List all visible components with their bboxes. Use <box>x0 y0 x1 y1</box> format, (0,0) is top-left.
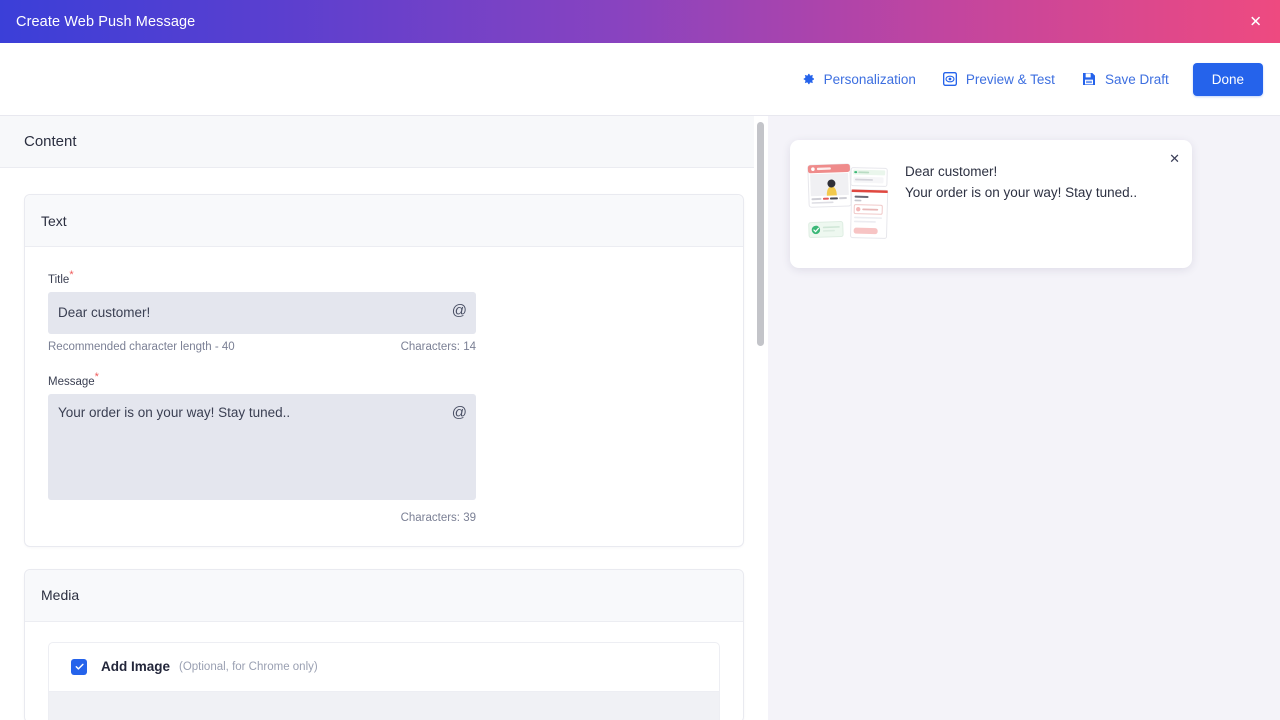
save-draft-label: Save Draft <box>1104 71 1169 87</box>
personalization-at-icon-title[interactable]: @ <box>452 303 467 318</box>
text-card-body: Title* @ Recommended character length - … <box>25 247 743 546</box>
notification-title: Dear customer! <box>905 164 998 179</box>
media-card-title: Media <box>41 587 80 604</box>
message-required-mark: * <box>94 370 99 383</box>
message-textarea[interactable] <box>48 393 476 500</box>
content-panel: Content Text Title* @ Recommended charac… <box>0 116 768 720</box>
close-icon[interactable]: ✕ <box>1249 14 1262 29</box>
personalization-button[interactable]: Personalization <box>800 71 916 87</box>
window-title: Create Web Push Message <box>16 13 196 30</box>
message-hint-row: Characters: 39 <box>48 512 476 524</box>
content-panel-header: Content <box>0 116 768 168</box>
add-image-note: (Optional, for Chrome only) <box>179 660 318 673</box>
title-label-text: Title <box>48 273 70 286</box>
media-card-header: Media <box>25 569 743 622</box>
add-image-section: Add Image (Optional, for Chrome only) <box>48 641 720 720</box>
content-panel-body: Text Title* @ Recommended character leng… <box>0 168 768 720</box>
text-card: Text Title* @ Recommended character leng… <box>24 194 744 547</box>
add-image-checkbox[interactable] <box>71 658 87 675</box>
gear-icon <box>800 71 816 87</box>
message-label-text: Message <box>48 375 95 388</box>
window-titlebar: Create Web Push Message ✕ <box>0 0 1280 43</box>
notification-preview-card: ✕ Dear customer! Your order is on your w… <box>790 140 1192 268</box>
personalization-at-icon-message[interactable]: @ <box>452 405 467 420</box>
title-input-wrap: @ <box>48 291 476 334</box>
done-button[interactable]: Done <box>1192 62 1263 96</box>
title-required-mark: * <box>69 269 74 281</box>
notification-text: Dear customer! Your order is on your way… <box>905 164 1137 200</box>
page-title: Content <box>24 133 77 150</box>
eye-preview-icon <box>942 71 958 87</box>
message-input-wrap: @ <box>48 393 476 505</box>
add-image-label: Add Image <box>101 659 171 675</box>
title-hint-row: Recommended character length - 40 Charac… <box>48 341 476 353</box>
notification-thumbnail <box>807 160 889 248</box>
preview-test-label: Preview & Test <box>965 71 1055 87</box>
notification-close-icon[interactable]: ✕ <box>1169 152 1180 165</box>
text-card-header: Text <box>25 195 743 247</box>
notification-body: Your order is on your way! Stay tuned.. <box>905 185 1138 200</box>
message-field-label: Message* <box>48 371 99 388</box>
preview-panel: ✕ Dear customer! Your order is on your w… <box>768 116 1280 720</box>
action-toolbar: Personalization Preview & Test Save Draf… <box>0 43 1280 116</box>
floppy-disk-icon <box>1081 71 1097 87</box>
title-character-count: Characters: 14 <box>400 340 476 353</box>
text-card-title: Text <box>41 212 67 229</box>
message-character-count: Characters: 39 <box>400 511 476 524</box>
content-scrollbar-track[interactable] <box>754 116 768 720</box>
title-input[interactable] <box>48 291 476 334</box>
save-draft-button[interactable]: Save Draft <box>1081 71 1169 87</box>
checkmark-icon <box>75 663 84 670</box>
content-scrollbar-thumb[interactable] <box>757 122 764 346</box>
personalization-label: Personalization <box>823 71 916 87</box>
add-image-row[interactable]: Add Image (Optional, for Chrome only) <box>49 643 719 691</box>
title-field-label: Title* <box>48 269 74 286</box>
image-upload-area[interactable] <box>49 690 719 720</box>
title-recommended-hint: Recommended character length - 40 <box>48 340 235 353</box>
preview-test-button[interactable]: Preview & Test <box>942 71 1055 87</box>
media-card: Media Add Image (Optional, for Chrome on… <box>24 568 744 720</box>
